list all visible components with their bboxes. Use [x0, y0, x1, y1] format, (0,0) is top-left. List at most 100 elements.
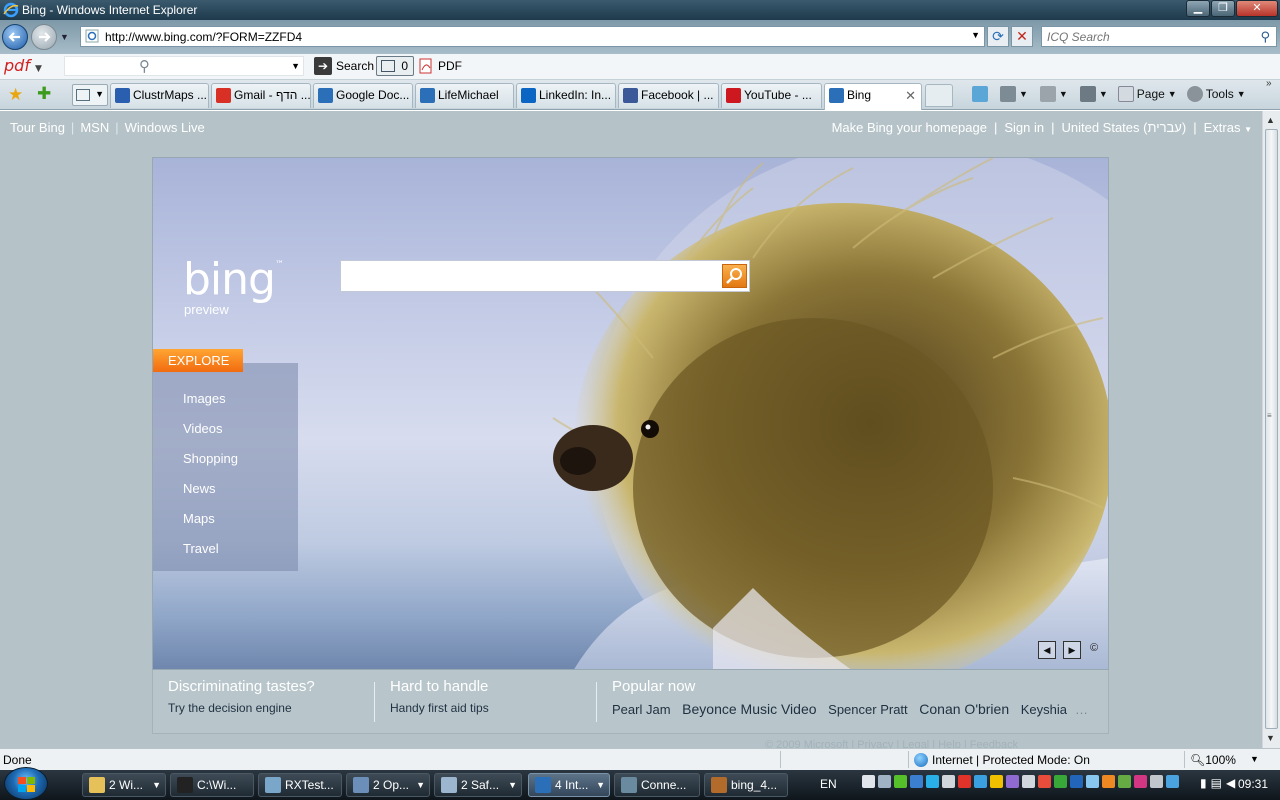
bing-search-box[interactable]	[340, 260, 750, 292]
popular-item[interactable]: Beyonce Music Video	[682, 701, 816, 717]
tray-icon[interactable]	[878, 775, 891, 788]
bing-search-input[interactable]	[341, 261, 719, 291]
search-icon[interactable]: ⚲	[1260, 29, 1270, 45]
zoom-level[interactable]: 🔍︎100%	[1190, 753, 1236, 767]
close-tab-icon[interactable]: ✕	[905, 84, 916, 107]
toolbar-search-box[interactable]: ⚲	[1041, 26, 1277, 47]
tray-icon[interactable]	[926, 775, 939, 788]
tray-icon[interactable]	[894, 775, 907, 788]
taskbar-button[interactable]: Conne...	[614, 773, 700, 797]
popup-counter[interactable]: 0	[376, 56, 414, 76]
chevron-down-icon[interactable]: ▼	[1244, 125, 1252, 134]
next-image-button[interactable]: ▶	[1063, 641, 1081, 659]
explore-link-images[interactable]: Images	[183, 391, 226, 406]
chevron-down-icon[interactable]: ▼	[1099, 89, 1108, 99]
explore-link-maps[interactable]: Maps	[183, 511, 215, 526]
vertical-scrollbar[interactable]: ▲ ≡ ▼	[1262, 111, 1280, 748]
chevron-down-icon[interactable]: ▼	[416, 774, 425, 796]
address-dropdown[interactable]: ▼	[971, 30, 980, 40]
security-zone[interactable]: Internet | Protected Mode: On	[914, 753, 1090, 767]
browser-tab[interactable]: LinkedIn: In...	[516, 83, 616, 108]
volume-icon[interactable]: ◀︎	[1226, 776, 1235, 790]
tray-icon[interactable]	[1038, 775, 1051, 788]
address-field[interactable]: http://www.bing.com/?FORM=ZZFD4 ▼	[80, 26, 985, 47]
taskbar-button[interactable]: 2 Op... ▼	[346, 773, 430, 797]
footer-heading[interactable]: Discriminating tastes?	[168, 678, 315, 695]
page-menu[interactable]: Page	[1137, 87, 1165, 101]
chevron-down-icon[interactable]: ▼	[596, 774, 605, 796]
explore-link-news[interactable]: News	[183, 481, 216, 496]
sync-icon[interactable]	[972, 86, 988, 102]
new-tab-button[interactable]	[925, 84, 953, 107]
bing-search-button[interactable]	[722, 264, 747, 288]
tray-icon[interactable]	[974, 775, 987, 788]
chevron-down-icon[interactable]: ▼	[1168, 89, 1177, 99]
tray-icon[interactable]	[1022, 775, 1035, 788]
favorites-star-icon[interactable]: ★	[8, 85, 23, 105]
add-favorite-icon[interactable]: ✚	[37, 84, 51, 104]
network-icon[interactable]: ▤	[1211, 776, 1222, 790]
tray-icon[interactable]	[1086, 775, 1099, 788]
pdf-button[interactable]: PDF	[418, 56, 462, 76]
tools-menu[interactable]: Tools	[1206, 87, 1234, 101]
extras-link[interactable]: Extras	[1204, 120, 1241, 135]
browser-tab[interactable]: YouTube - ...	[721, 83, 822, 108]
tray-icon[interactable]	[1150, 775, 1163, 788]
battery-icon[interactable]: ▮	[1200, 776, 1207, 790]
back-button[interactable]	[2, 24, 28, 50]
make-homepage-link[interactable]: Make Bing your homepage	[832, 120, 987, 135]
copyright-info-icon[interactable]: ©	[1090, 642, 1098, 654]
close-button[interactable]: ✕	[1236, 0, 1278, 17]
footer-heading[interactable]: Hard to handle	[390, 678, 489, 695]
popular-item[interactable]: Conan O'brien	[919, 701, 1009, 717]
tray-icon[interactable]	[1006, 775, 1019, 788]
browser-tab[interactable]: Gmail - הדף ...	[211, 83, 311, 108]
chevron-more-icon[interactable]: »	[1266, 78, 1272, 89]
windows-live-link[interactable]: Windows Live	[125, 120, 205, 135]
home-icon[interactable]	[1000, 86, 1016, 102]
popular-item[interactable]: Pearl Jam	[612, 702, 671, 717]
tray-icon[interactable]	[990, 775, 1003, 788]
taskbar-button[interactable]: 4 Int... ▼	[528, 773, 610, 797]
tray-icon[interactable]	[1054, 775, 1067, 788]
region-link[interactable]: United States (עברית)	[1061, 120, 1186, 135]
tray-icon[interactable]	[1102, 775, 1115, 788]
chevron-down-icon[interactable]: ▼	[152, 774, 161, 796]
popular-item[interactable]: Keyshia	[1021, 702, 1067, 717]
url-text[interactable]: http://www.bing.com/?FORM=ZZFD4	[105, 30, 302, 44]
scroll-up-arrow[interactable]: ▲	[1266, 115, 1275, 125]
refresh-button[interactable]: ⟳	[987, 26, 1009, 47]
footer-sub[interactable]: Try the decision engine	[168, 701, 315, 715]
popular-item[interactable]: Spencer Pratt	[828, 702, 908, 717]
browser-tab[interactable]: LifeMichael	[415, 83, 514, 108]
browser-tab[interactable]: Bing ✕	[824, 83, 922, 110]
taskbar-button[interactable]: bing_4...	[704, 773, 788, 797]
language-indicator[interactable]: EN	[820, 777, 837, 791]
minimize-button[interactable]: ▁	[1186, 0, 1210, 17]
tray-icon[interactable]	[862, 775, 875, 788]
stop-button[interactable]: ✕	[1011, 26, 1033, 47]
tray-icon[interactable]	[1134, 775, 1147, 788]
chevron-down-icon[interactable]: ▼	[1059, 89, 1068, 99]
clock[interactable]: 09:31	[1238, 777, 1268, 791]
tray-icon[interactable]	[1118, 775, 1131, 788]
chevron-down-icon[interactable]: ▼	[1250, 754, 1259, 764]
chevron-down-icon[interactable]: ▼	[291, 61, 300, 71]
feeds-icon[interactable]	[1039, 86, 1056, 102]
tour-bing-link[interactable]: Tour Bing	[10, 120, 65, 135]
explore-link-travel[interactable]: Travel	[183, 541, 219, 556]
icq-search-input[interactable]	[1042, 27, 1242, 46]
taskbar-button[interactable]: 2 Wi... ▼	[82, 773, 166, 797]
tray-icon[interactable]	[958, 775, 971, 788]
scrollbar-thumb[interactable]	[1265, 129, 1278, 729]
print-icon[interactable]	[1079, 86, 1096, 102]
footer-sub[interactable]: Handy first aid tips	[390, 701, 489, 715]
explore-tab[interactable]: EXPLORE	[153, 349, 243, 372]
scroll-down-arrow[interactable]: ▼	[1266, 733, 1275, 743]
chevron-down-icon[interactable]: ▼	[1019, 89, 1028, 99]
chevron-down-icon[interactable]: ▼	[508, 774, 517, 796]
taskbar-button[interactable]: RXTest...	[258, 773, 342, 797]
msn-link[interactable]: MSN	[80, 120, 109, 135]
pdf-search-input[interactable]: ⚲ ▼	[64, 56, 304, 76]
taskbar-button[interactable]: C:\Wi...	[170, 773, 254, 797]
